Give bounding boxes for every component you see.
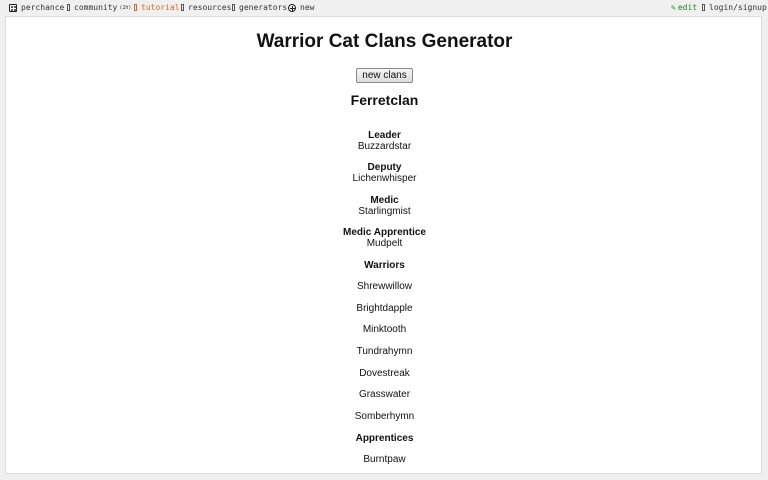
warrior-item: Dovestreak <box>359 368 410 379</box>
leader-name: Buzzardstar <box>357 141 412 152</box>
nav-new-link[interactable]: new <box>288 3 314 12</box>
nav-community-label: community <box>74 3 118 12</box>
die-icon <box>9 3 17 12</box>
nav-login-link[interactable]: login/signup <box>702 3 767 12</box>
deputy-heading: Deputy <box>367 162 402 173</box>
resources-icon <box>181 4 184 11</box>
nav-community-link[interactable]: community (2h) <box>67 3 131 12</box>
warrior-item: Shrewwillow <box>356 281 412 292</box>
warrior-item: Minktooth <box>362 324 407 335</box>
nav-tutorial-label: tutorial <box>141 3 180 12</box>
page-title: Warrior Cat Clans Generator <box>256 31 513 52</box>
nav-edit-link[interactable]: ✎ edit <box>671 3 697 12</box>
nav-generators-label: generators <box>239 3 288 12</box>
nav-resources-label: resources <box>188 3 232 12</box>
leader-heading: Leader <box>368 130 401 141</box>
warriors-heading: Warriors <box>364 260 405 271</box>
warrior-item: Somberhymn <box>354 411 415 422</box>
deputy-name: Lichenwhisper <box>352 173 417 184</box>
community-icon <box>67 4 70 11</box>
generators-icon <box>232 4 235 11</box>
new-clans-button[interactable]: new clans <box>356 68 413 83</box>
login-icon <box>702 4 705 11</box>
medic-name: Starlingmist <box>358 206 411 217</box>
nav-brand-label: perchance <box>21 3 65 12</box>
nav-resources-link[interactable]: resources <box>181 3 231 12</box>
tutorial-icon <box>134 4 137 11</box>
medic-apprentice-heading: Medic Apprentice <box>343 227 426 238</box>
apprentices-heading: Apprentices <box>355 433 414 444</box>
medic-heading: Medic <box>370 195 399 206</box>
apprentice-item: Burntpaw <box>363 454 406 465</box>
nav-brand-link[interactable]: perchance <box>9 3 64 12</box>
top-nav: perchance community (2h) tutorial resour… <box>0 0 768 16</box>
plus-circle-icon <box>288 3 296 12</box>
warrior-item: Brightdapple <box>356 303 413 314</box>
nav-login-label: login/signup <box>709 3 767 12</box>
nav-community-count: (2h) <box>119 4 132 11</box>
warrior-item: Tundrahymn <box>356 346 413 357</box>
generator-panel: Warrior Cat Clans Generator new clans Fe… <box>5 16 762 474</box>
clan-name: Ferretclan <box>350 92 419 108</box>
medic-apprentice-name: Mudpelt <box>366 238 403 249</box>
pencil-icon: ✎ <box>671 3 676 12</box>
button-row: new clans <box>6 65 761 83</box>
nav-tutorial-link[interactable]: tutorial <box>134 3 180 12</box>
nav-new-label: new <box>300 3 315 12</box>
nav-generators-link[interactable]: generators <box>232 3 287 12</box>
nav-edit-label: edit <box>677 3 698 12</box>
warrior-item: Grasswater <box>358 389 411 400</box>
